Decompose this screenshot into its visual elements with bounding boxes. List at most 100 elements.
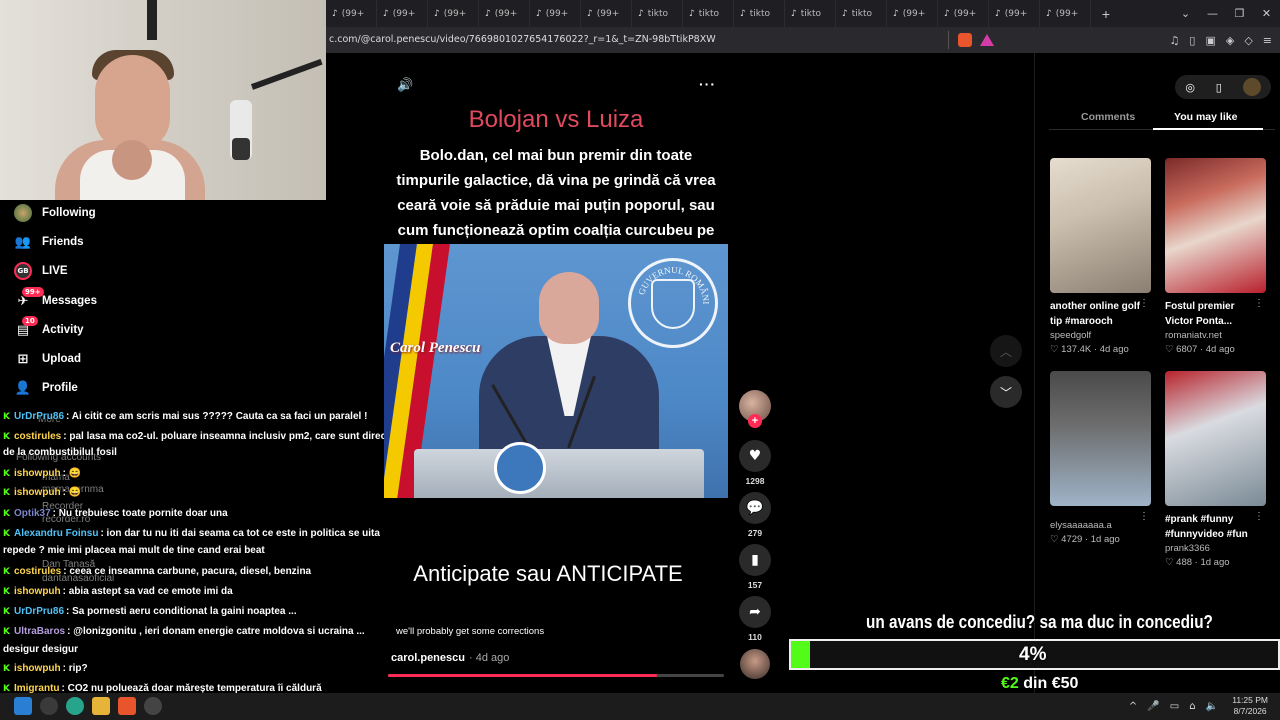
sidebar-item-messages[interactable]: ✈ 99+ Messages bbox=[14, 287, 97, 312]
sidebar-item-friends[interactable]: 👥 Friends bbox=[14, 231, 84, 253]
card-title[interactable]: another online golf tip #marooch bbox=[1050, 299, 1151, 329]
save-button[interactable]: ▮ bbox=[739, 544, 771, 576]
video-thumbnail[interactable] bbox=[1165, 158, 1266, 293]
browser-tab[interactable]: ♪ (99+ bbox=[887, 0, 938, 27]
media-icon[interactable]: ♫ bbox=[1170, 34, 1180, 47]
user-avatar[interactable] bbox=[1242, 78, 1261, 96]
browser-tab[interactable]: ♪ (99+ bbox=[530, 0, 581, 27]
obs-icon[interactable] bbox=[144, 697, 162, 715]
comment-button[interactable]: 💬 bbox=[739, 492, 771, 524]
comment-icon: 💬 bbox=[746, 500, 764, 516]
follow-plus-icon[interactable]: + bbox=[748, 414, 762, 428]
minimize-icon[interactable]: — bbox=[1199, 7, 1226, 20]
recommended-video-card[interactable]: ⋮ Fostul premier Victor Ponta... romaniatv… bbox=[1165, 158, 1266, 357]
wallet-icon[interactable]: ▣ bbox=[1205, 34, 1215, 47]
close-icon[interactable]: ✕ bbox=[1253, 7, 1280, 20]
previous-video-button[interactable]: ︿ bbox=[990, 335, 1022, 367]
clock[interactable]: 11:25 PM 8/7/2026 bbox=[1232, 695, 1268, 717]
browser-tab[interactable]: ♪ tikto bbox=[785, 0, 836, 27]
sidebar-item-live[interactable]: GB LIVE bbox=[14, 260, 68, 282]
chat-username[interactable]: UltraBaros bbox=[14, 626, 65, 637]
tab-list-icon[interactable]: ⌄ bbox=[1172, 7, 1199, 20]
next-video-button[interactable]: ﹀ bbox=[990, 376, 1022, 408]
brave-shield-icon[interactable] bbox=[958, 33, 972, 47]
recommended-video-card[interactable]: ⋮ another online golf tip #marooch speedgo… bbox=[1050, 158, 1151, 357]
card-menu-icon[interactable]: ⋮ bbox=[1254, 298, 1264, 309]
chat-username[interactable]: Optik37 bbox=[14, 508, 51, 519]
video-title: Bolojan vs Luiza bbox=[468, 106, 644, 133]
more-options-icon[interactable]: ··· bbox=[699, 76, 716, 92]
new-tab-button[interactable]: + bbox=[1091, 6, 1121, 22]
card-author[interactable]: speedgolf bbox=[1050, 329, 1151, 343]
video-thumbnail[interactable] bbox=[1050, 371, 1151, 506]
chat-username[interactable]: Alexandru Foinsu bbox=[14, 528, 98, 539]
extensions-icon[interactable]: ◈ bbox=[1226, 34, 1234, 47]
chat-username[interactable]: ishowpuh bbox=[14, 468, 61, 479]
card-menu-icon[interactable]: ⋮ bbox=[1139, 511, 1149, 522]
music-disc[interactable] bbox=[740, 649, 770, 679]
card-menu-icon[interactable]: ⋮ bbox=[1254, 511, 1264, 522]
chat-username[interactable]: ishowpuh bbox=[14, 663, 61, 674]
card-author[interactable]: prank3366 bbox=[1165, 542, 1266, 556]
chat-username[interactable]: ishowpuh bbox=[14, 487, 61, 498]
chat-username[interactable]: UrDrPru86 bbox=[14, 606, 64, 617]
browser-tab[interactable]: ♪ (99+ bbox=[377, 0, 428, 27]
sidebar-icon[interactable]: ▯ bbox=[1189, 34, 1195, 47]
card-author[interactable]: elysaaaaaaa.a bbox=[1050, 519, 1151, 533]
tab-you-may-like[interactable]: You may like bbox=[1174, 111, 1237, 123]
browser-tab[interactable]: ♪ (99+ bbox=[938, 0, 989, 27]
chevron-up-icon[interactable]: ^ bbox=[1129, 701, 1137, 712]
brave-icon[interactable] bbox=[118, 697, 136, 715]
card-author[interactable]: romaniatv.net bbox=[1165, 329, 1266, 343]
chat-username[interactable]: costirules bbox=[14, 431, 61, 442]
menu-icon[interactable]: ≡ bbox=[1263, 34, 1272, 47]
video-progress-bar[interactable] bbox=[388, 674, 724, 677]
sidebar-item-profile[interactable]: 👤 Profile bbox=[14, 377, 78, 399]
mic-icon[interactable]: 🎤 bbox=[1147, 701, 1159, 712]
display-icon[interactable]: ▭ bbox=[1170, 701, 1179, 712]
video-thumbnail[interactable] bbox=[1050, 158, 1151, 293]
recommended-video-card[interactable]: ⋮ elysaaaaaaa.a ♡ 4729 · 1d ago bbox=[1050, 371, 1151, 547]
restore-icon[interactable]: ❐ bbox=[1226, 7, 1253, 20]
rewards-icon[interactable] bbox=[980, 34, 994, 46]
browser-tab[interactable]: ♪ (99+ bbox=[989, 0, 1040, 27]
share-button[interactable]: ➦ bbox=[739, 596, 771, 628]
tab-comments[interactable]: Comments bbox=[1081, 111, 1135, 123]
sidebar-item-activity[interactable]: ▤ 10 Activity bbox=[14, 316, 84, 341]
search-icon[interactable] bbox=[40, 697, 58, 715]
chat-username[interactable]: UrDrPru86 bbox=[14, 411, 64, 422]
browser-tab[interactable]: ♪ (99+ bbox=[581, 0, 632, 27]
recommended-video-card[interactable]: ⋮ #prank #funny #funnyvideo #fun prank3366… bbox=[1165, 371, 1266, 570]
card-title[interactable]: #prank #funny #funnyvideo #fun bbox=[1165, 512, 1266, 542]
chat-username[interactable]: costirules bbox=[14, 566, 61, 577]
browser-tab[interactable]: ♪ tikto bbox=[632, 0, 683, 27]
edge-icon[interactable] bbox=[66, 697, 84, 715]
vpn-icon[interactable]: ◇ bbox=[1244, 34, 1252, 47]
sidebar-item-following[interactable]: Following bbox=[14, 202, 96, 224]
explorer-icon[interactable] bbox=[92, 697, 110, 715]
phone-icon[interactable]: ▯ bbox=[1216, 81, 1222, 94]
chat-username[interactable]: ishowpuh bbox=[14, 586, 61, 597]
browser-tab[interactable]: ♪ tikto bbox=[734, 0, 785, 27]
browser-tab[interactable]: ♪ (99+ bbox=[326, 0, 377, 27]
video-player[interactable]: GUVERNUL ROMÂNIEI Carol Penescu bbox=[384, 244, 728, 498]
card-menu-icon[interactable]: ⋮ bbox=[1139, 298, 1149, 309]
video-thumbnail[interactable] bbox=[1165, 371, 1266, 506]
sidebar-item-upload[interactable]: ⊞ Upload bbox=[14, 348, 81, 370]
kick-icon: K bbox=[3, 587, 10, 597]
volume-icon[interactable]: 🔈 bbox=[1206, 701, 1218, 712]
volume-icon[interactable]: 🔊 bbox=[397, 78, 413, 93]
browser-tab[interactable]: ♪ tikto bbox=[836, 0, 887, 27]
browser-tab[interactable]: ♪ tikto bbox=[683, 0, 734, 27]
chat-text: : Nu trebuiesc toate pornite doar una bbox=[52, 508, 228, 519]
network-icon[interactable]: ⌂ bbox=[1189, 701, 1195, 712]
card-title[interactable]: Fostul premier Victor Ponta... bbox=[1165, 299, 1266, 329]
browser-tab[interactable]: ♪ (99+ bbox=[428, 0, 479, 27]
start-icon[interactable] bbox=[14, 697, 32, 715]
video-author[interactable]: carol.penescu bbox=[391, 652, 465, 664]
url-field[interactable]: c.com/@carol.penescu/video/7669801027654… bbox=[326, 32, 951, 48]
browser-tab[interactable]: ♪ (99+ bbox=[479, 0, 530, 27]
browser-tab[interactable]: ♪ (99+ bbox=[1040, 0, 1091, 27]
compass-icon[interactable]: ◎ bbox=[1185, 81, 1195, 94]
like-button[interactable]: ♥ bbox=[739, 440, 771, 472]
